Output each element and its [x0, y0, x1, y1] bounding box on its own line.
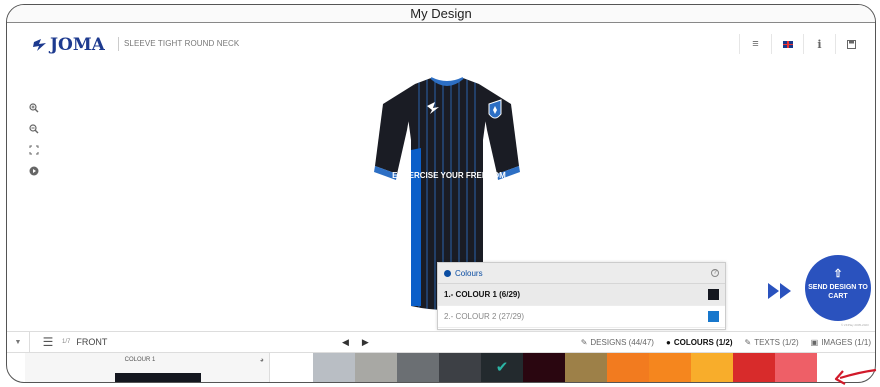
colour-swatch[interactable]: [439, 353, 481, 382]
product-name: SLEEVE TIGHT ROUND NECK: [118, 37, 239, 51]
menu-icon[interactable]: ≡: [739, 34, 771, 54]
colour-swatch[interactable]: [481, 353, 523, 382]
bottom-toolbar: ▼ ☰ 1/7 FRONT ◀ ▶ ✎ DESIGNS (44/47) ● CO…: [7, 331, 875, 353]
palette-icon: ●: [665, 337, 671, 347]
joma-logo-text: JOMA: [50, 35, 105, 55]
pencil-icon: ✎: [744, 337, 752, 347]
hamburger-menu-icon[interactable]: ☰: [38, 335, 58, 349]
palette-icon: [444, 269, 451, 277]
joma-logo[interactable]: JOMA: [33, 35, 105, 55]
editor-tabs: ✎ DESIGNS (44/47) ● COLOURS (1/2) ✎ TEXT…: [581, 338, 871, 347]
colour-slot: COLOUR 1 ◕: [25, 353, 270, 382]
colour-palette: [313, 353, 817, 382]
tab-label: DESIGNS (44/47): [590, 337, 654, 347]
annotation-arrow-icon: [834, 368, 877, 385]
image-icon: ▣: [810, 337, 819, 347]
canvas-tools: [28, 101, 40, 178]
colour-row-2[interactable]: 2.- COLOUR 2 (27/29): [438, 306, 725, 328]
previous-view-icon[interactable]: ◀: [342, 337, 349, 348]
collapse-caret-icon[interactable]: ▼: [7, 332, 30, 352]
colour-swatch[interactable]: [649, 353, 691, 382]
language-flag-icon[interactable]: [771, 34, 803, 54]
colour-row-swatch: [708, 289, 719, 300]
view-navigation: ◀ ▶: [342, 337, 369, 348]
tab-designs[interactable]: ✎ DESIGNS (44/47): [581, 338, 654, 347]
zoom-in-icon[interactable]: [28, 101, 40, 115]
upload-icon: ⇧: [833, 268, 843, 280]
joma-logo-mark-icon: [33, 39, 46, 51]
tab-label: COLOURS (1/2): [673, 337, 733, 347]
save-icon[interactable]: [835, 34, 867, 54]
colour-row-swatch: [708, 311, 719, 322]
tab-label: IMAGES (1/1): [821, 337, 871, 347]
colour-swatch[interactable]: [775, 353, 817, 382]
shirt-right-sleeve: [479, 84, 519, 174]
paint-bucket-icon[interactable]: ◕: [260, 357, 264, 364]
colour-swatch[interactable]: [565, 353, 607, 382]
edit-icon: ✎: [580, 337, 588, 347]
colour-swatch[interactable]: [355, 353, 397, 382]
colour-row-label: 1.- COLOUR 1 (6/29): [444, 290, 521, 299]
shirt-left-sleeve: [375, 84, 415, 174]
colour-selector: COLOUR 1 ◕: [7, 353, 875, 382]
next-view-icon[interactable]: ▶: [362, 337, 369, 348]
tab-colours[interactable]: ● COLOURS (1/2): [666, 338, 733, 347]
zoom-out-icon[interactable]: [28, 122, 40, 136]
app-header: JOMA SLEEVE TIGHT ROUND NECK ≡ i: [7, 24, 875, 68]
header-actions: ≡ i: [739, 34, 867, 54]
colour-row-1[interactable]: 1.- COLOUR 1 (6/29): [438, 284, 725, 306]
view-label: FRONT: [76, 337, 108, 347]
app-frame: My Design JOMA SLEEVE TIGHT ROUND NECK ≡…: [6, 4, 876, 383]
current-colour-chip: [115, 373, 201, 382]
colour-swatch[interactable]: [313, 353, 355, 382]
credit-text: © 2KPlay 2005-2023: [841, 323, 869, 327]
colour-swatch[interactable]: [733, 353, 775, 382]
colour-swatch[interactable]: [607, 353, 649, 382]
colour-slot-label: COLOUR 1: [124, 357, 156, 363]
colour-swatch[interactable]: [523, 353, 565, 382]
help-icon[interactable]: ?: [711, 269, 719, 277]
view-selector[interactable]: 1/7 FRONT: [62, 337, 107, 347]
page-indicator: 1/7: [62, 339, 71, 345]
tab-label: TEXTS (1/2): [754, 337, 799, 347]
tab-texts[interactable]: ✎ TEXTS (1/2): [744, 338, 798, 347]
window-title: My Design: [7, 5, 875, 23]
fast-forward-icon[interactable]: [767, 281, 793, 301]
colour-swatch[interactable]: [691, 353, 733, 382]
shirt-print-text: EXCERCISE YOUR FREEDOM: [392, 171, 506, 180]
colour-swatch[interactable]: [397, 353, 439, 382]
info-icon[interactable]: i: [803, 34, 835, 54]
colours-panel: Colours ? 1.- COLOUR 1 (6/29) 2.- COLOUR…: [437, 262, 726, 330]
colour-row-label: 2.- COLOUR 2 (27/29): [444, 312, 525, 321]
send-button-label: SEND DESIGN TO CART: [808, 284, 868, 300]
fullscreen-icon[interactable]: [28, 143, 40, 157]
colours-panel-header: Colours ?: [438, 263, 725, 284]
tab-images[interactable]: ▣ IMAGES (1/1): [811, 338, 871, 347]
colours-panel-title: Colours: [455, 268, 483, 278]
send-design-to-cart-button[interactable]: ⇧ SEND DESIGN TO CART: [805, 255, 871, 321]
play-icon[interactable]: [28, 164, 40, 178]
